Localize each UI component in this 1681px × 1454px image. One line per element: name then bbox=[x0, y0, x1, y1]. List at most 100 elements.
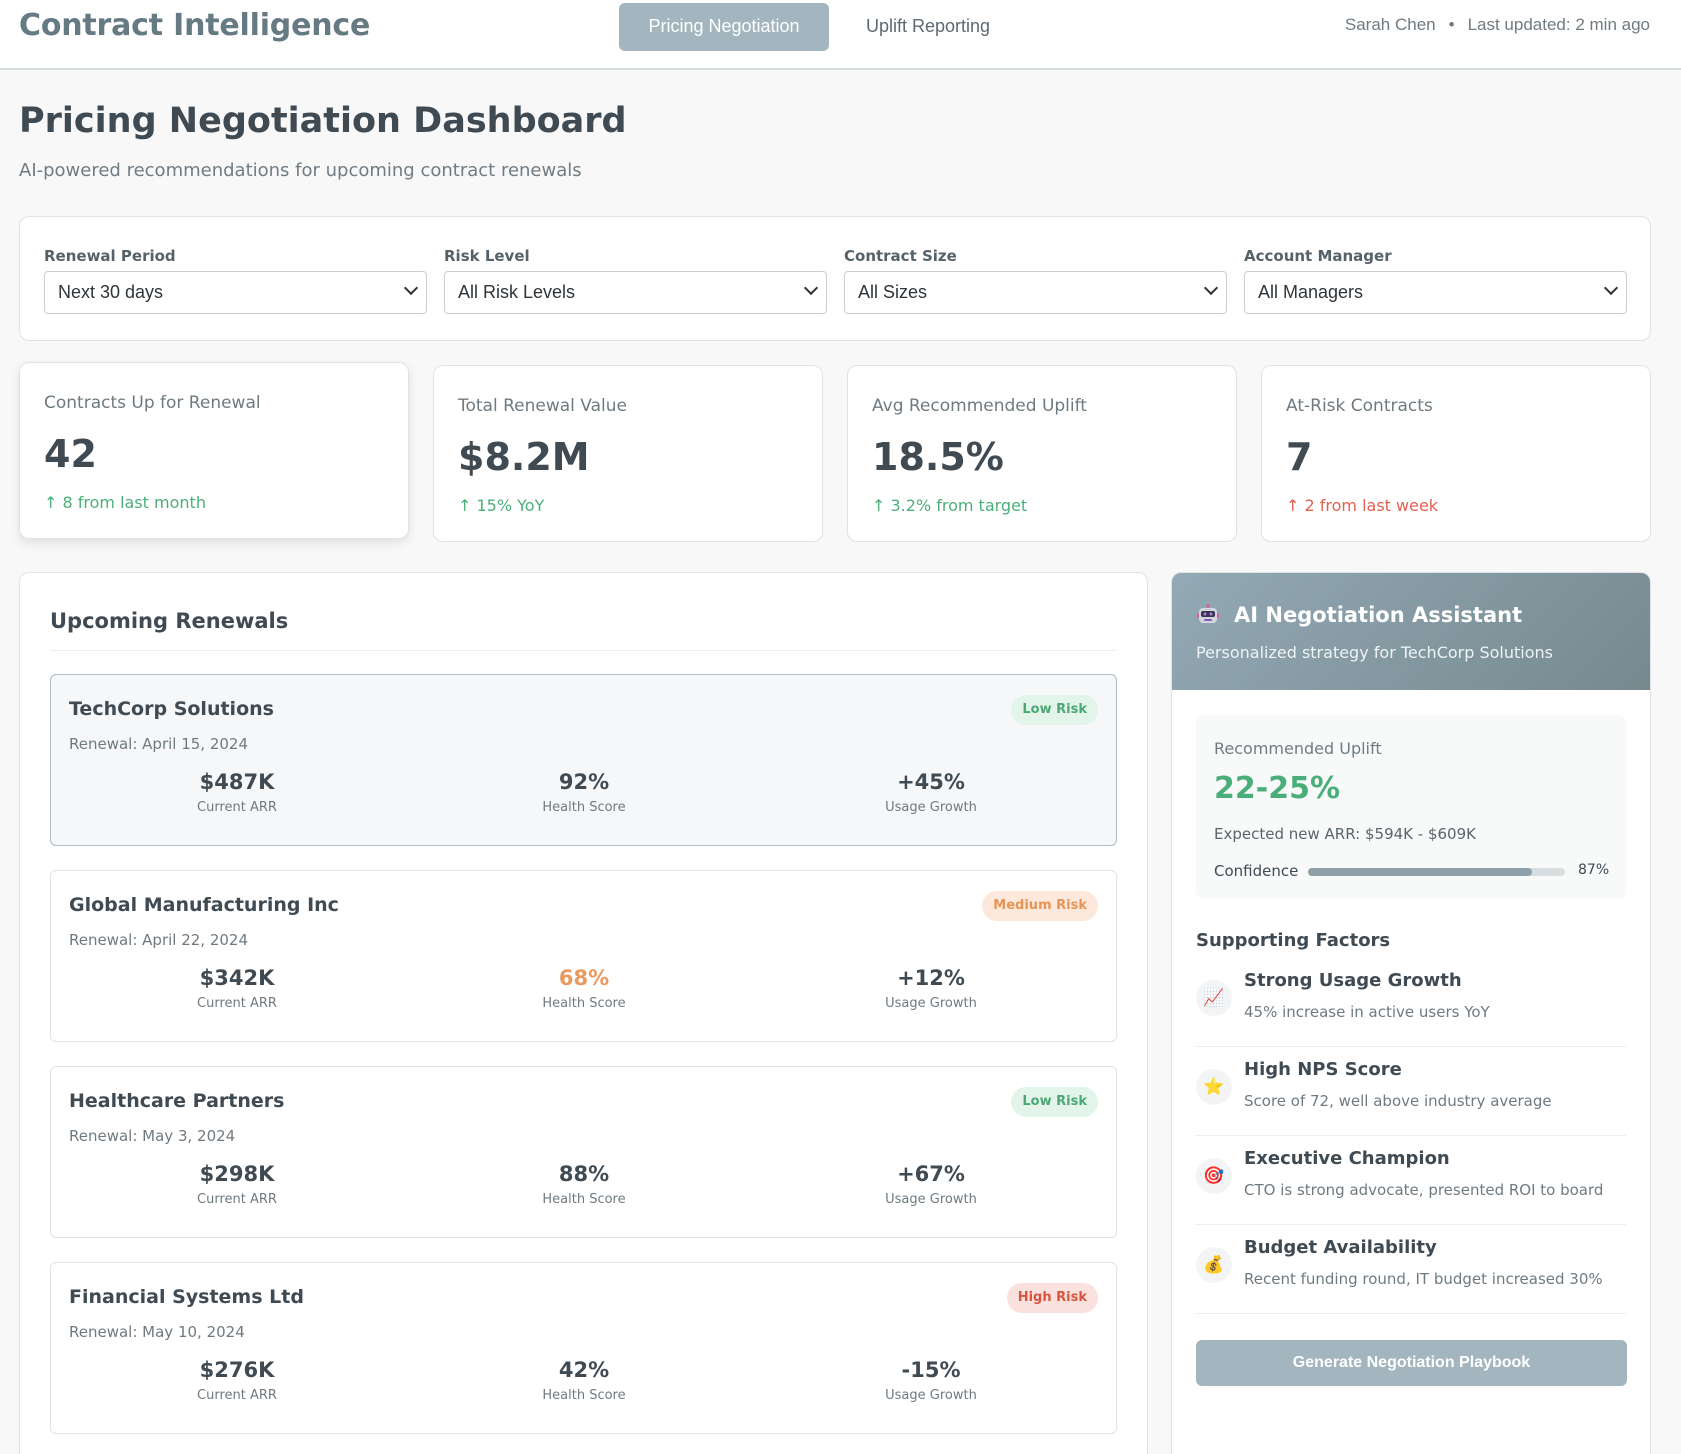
panel-title: Upcoming Renewals bbox=[50, 609, 289, 633]
metric-arr: $487K Current ARR bbox=[137, 770, 337, 815]
metric-value: $487K bbox=[199, 770, 275, 794]
confidence-bar bbox=[1308, 868, 1565, 876]
account-manager-select[interactable]: All Managers bbox=[1244, 271, 1627, 314]
select-value: All Sizes bbox=[858, 282, 928, 302]
factor-executive-champion: 🎯 Executive Champion CTO is strong advoc… bbox=[1196, 1136, 1626, 1225]
renewal-date: Renewal: May 10, 2024 bbox=[69, 1323, 245, 1341]
page-subtitle: AI-powered recommendations for upcoming … bbox=[19, 160, 582, 181]
select-value: All Risk Levels bbox=[458, 282, 576, 302]
filter-label: Risk Level bbox=[444, 247, 530, 265]
assistant-header: AI Negotiation Assistant Personalized st… bbox=[1172, 573, 1650, 690]
uplift-value: 22-25% bbox=[1214, 771, 1341, 806]
stat-label: Contracts Up for Renewal bbox=[44, 393, 261, 413]
company-name: Global Manufacturing Inc bbox=[69, 894, 339, 916]
chevron-down-icon bbox=[1603, 280, 1619, 296]
last-updated: Last updated: 2 min ago bbox=[1467, 15, 1650, 34]
renewal-card-financial-systems[interactable]: Financial Systems Ltd Renewal: May 10, 2… bbox=[50, 1262, 1117, 1434]
risk-badge: High Risk bbox=[1006, 1283, 1098, 1313]
filter-account-manager: Account Manager All Managers bbox=[1244, 247, 1627, 314]
robot-icon bbox=[1197, 604, 1219, 623]
filter-bar: Renewal Period Next 30 days Risk Level A… bbox=[19, 216, 1651, 341]
confidence-value: 87% bbox=[1578, 862, 1610, 878]
filter-risk-level: Risk Level All Risk Levels bbox=[444, 247, 827, 314]
stat-card-at-risk[interactable]: At-Risk Contracts 7 ↑ 2 from last week bbox=[1261, 365, 1651, 542]
generate-playbook-button[interactable]: Generate Negotiation Playbook bbox=[1196, 1340, 1627, 1386]
metric-label: Health Score bbox=[542, 1192, 626, 1207]
metric-arr: $276K Current ARR bbox=[137, 1358, 337, 1403]
metric-value: $298K bbox=[199, 1162, 275, 1186]
metric-health: 88% Health Score bbox=[484, 1162, 684, 1207]
company-name: Financial Systems Ltd bbox=[69, 1286, 304, 1308]
metric-value: 92% bbox=[558, 770, 610, 794]
chart-increasing-icon: 📈 bbox=[1196, 980, 1232, 1016]
factor-description: Score of 72, well above industry average bbox=[1244, 1092, 1552, 1110]
risk-level-select[interactable]: All Risk Levels bbox=[444, 271, 827, 314]
metric-growth: +45% Usage Growth bbox=[831, 770, 1031, 815]
renewal-card-techcorp[interactable]: TechCorp Solutions Renewal: April 15, 20… bbox=[50, 674, 1117, 846]
company-name: Healthcare Partners bbox=[69, 1090, 285, 1112]
metric-growth: -15% Usage Growth bbox=[831, 1358, 1031, 1403]
contract-size-select[interactable]: All Sizes bbox=[844, 271, 1227, 314]
stat-change: ↑ 8 from last month bbox=[44, 493, 206, 512]
renewal-period-select[interactable]: Next 30 days bbox=[44, 271, 427, 314]
supporting-factors-title: Supporting Factors bbox=[1196, 930, 1391, 951]
metric-label: Usage Growth bbox=[885, 996, 977, 1011]
star-icon: ⭐ bbox=[1196, 1069, 1232, 1105]
metric-value: +45% bbox=[897, 770, 965, 794]
metric-arr: $342K Current ARR bbox=[137, 966, 337, 1011]
renewal-date: Renewal: April 15, 2024 bbox=[69, 735, 249, 753]
factor-name: Strong Usage Growth bbox=[1244, 970, 1462, 991]
metric-health: 68% Health Score bbox=[484, 966, 684, 1011]
factor-description: 45% increase in active users YoY bbox=[1244, 1003, 1490, 1021]
filter-label: Renewal Period bbox=[44, 247, 176, 265]
filter-label: Contract Size bbox=[844, 247, 957, 265]
filter-contract-size: Contract Size All Sizes bbox=[844, 247, 1227, 314]
metric-label: Current ARR bbox=[197, 1192, 277, 1207]
select-value: All Managers bbox=[1258, 282, 1364, 302]
divider bbox=[50, 650, 1116, 651]
stat-label: Total Renewal Value bbox=[458, 396, 627, 416]
metric-value: 42% bbox=[558, 1358, 610, 1382]
target-icon: 🎯 bbox=[1196, 1158, 1232, 1194]
company-name: TechCorp Solutions bbox=[69, 698, 274, 720]
metric-label: Current ARR bbox=[197, 996, 277, 1011]
user-info: Sarah Chen • Last updated: 2 min ago bbox=[1345, 15, 1650, 35]
stat-card-renewal-value[interactable]: Total Renewal Value $8.2M ↑ 15% YoY bbox=[433, 365, 823, 542]
metric-label: Current ARR bbox=[197, 800, 277, 815]
money-bag-icon: 💰 bbox=[1196, 1247, 1232, 1283]
stat-change: ↑ 15% YoY bbox=[458, 496, 545, 515]
tab-uplift-reporting[interactable]: Uplift Reporting bbox=[848, 3, 1008, 51]
metric-growth: +12% Usage Growth bbox=[831, 966, 1031, 1011]
stat-card-avg-uplift[interactable]: Avg Recommended Uplift 18.5% ↑ 3.2% from… bbox=[847, 365, 1237, 542]
metric-label: Health Score bbox=[542, 996, 626, 1011]
factor-name: Budget Availability bbox=[1244, 1237, 1437, 1258]
factor-description: CTO is strong advocate, presented ROI to… bbox=[1244, 1181, 1604, 1199]
stat-card-contracts[interactable]: Contracts Up for Renewal 42 ↑ 8 from las… bbox=[19, 362, 409, 539]
filter-renewal-period: Renewal Period Next 30 days bbox=[44, 247, 427, 314]
risk-badge: Medium Risk bbox=[982, 891, 1098, 921]
metric-label: Usage Growth bbox=[885, 800, 977, 815]
risk-badge: Low Risk bbox=[1011, 695, 1098, 725]
renewal-card-global-manufacturing[interactable]: Global Manufacturing Inc Renewal: April … bbox=[50, 870, 1117, 1042]
stat-value: 7 bbox=[1286, 435, 1313, 479]
metric-value: $342K bbox=[199, 966, 275, 990]
stat-value: 42 bbox=[44, 432, 97, 476]
factor-description: Recent funding round, IT budget increase… bbox=[1244, 1270, 1603, 1288]
page-title: Pricing Negotiation Dashboard bbox=[19, 101, 627, 141]
metric-value: +67% bbox=[897, 1162, 965, 1186]
metric-label: Health Score bbox=[542, 800, 626, 815]
metric-value: 68% bbox=[558, 966, 610, 990]
top-bar: Contract Intelligence Pricing Negotiatio… bbox=[0, 0, 1681, 70]
metric-label: Usage Growth bbox=[885, 1388, 977, 1403]
stat-change: ↑ 2 from last week bbox=[1286, 496, 1439, 515]
recommended-uplift-box: Recommended Uplift 22-25% Expected new A… bbox=[1196, 715, 1626, 899]
separator-dot: • bbox=[1448, 15, 1455, 34]
assistant-subtitle: Personalized strategy for TechCorp Solut… bbox=[1196, 643, 1553, 662]
metric-value: -15% bbox=[901, 1358, 961, 1382]
renewal-date: Renewal: May 3, 2024 bbox=[69, 1127, 236, 1145]
metric-value: $276K bbox=[199, 1358, 275, 1382]
tab-pricing-negotiation[interactable]: Pricing Negotiation bbox=[619, 3, 829, 51]
stat-value: 18.5% bbox=[872, 435, 1004, 479]
metric-label: Health Score bbox=[542, 1388, 626, 1403]
renewal-card-healthcare-partners[interactable]: Healthcare Partners Renewal: May 3, 2024… bbox=[50, 1066, 1117, 1238]
